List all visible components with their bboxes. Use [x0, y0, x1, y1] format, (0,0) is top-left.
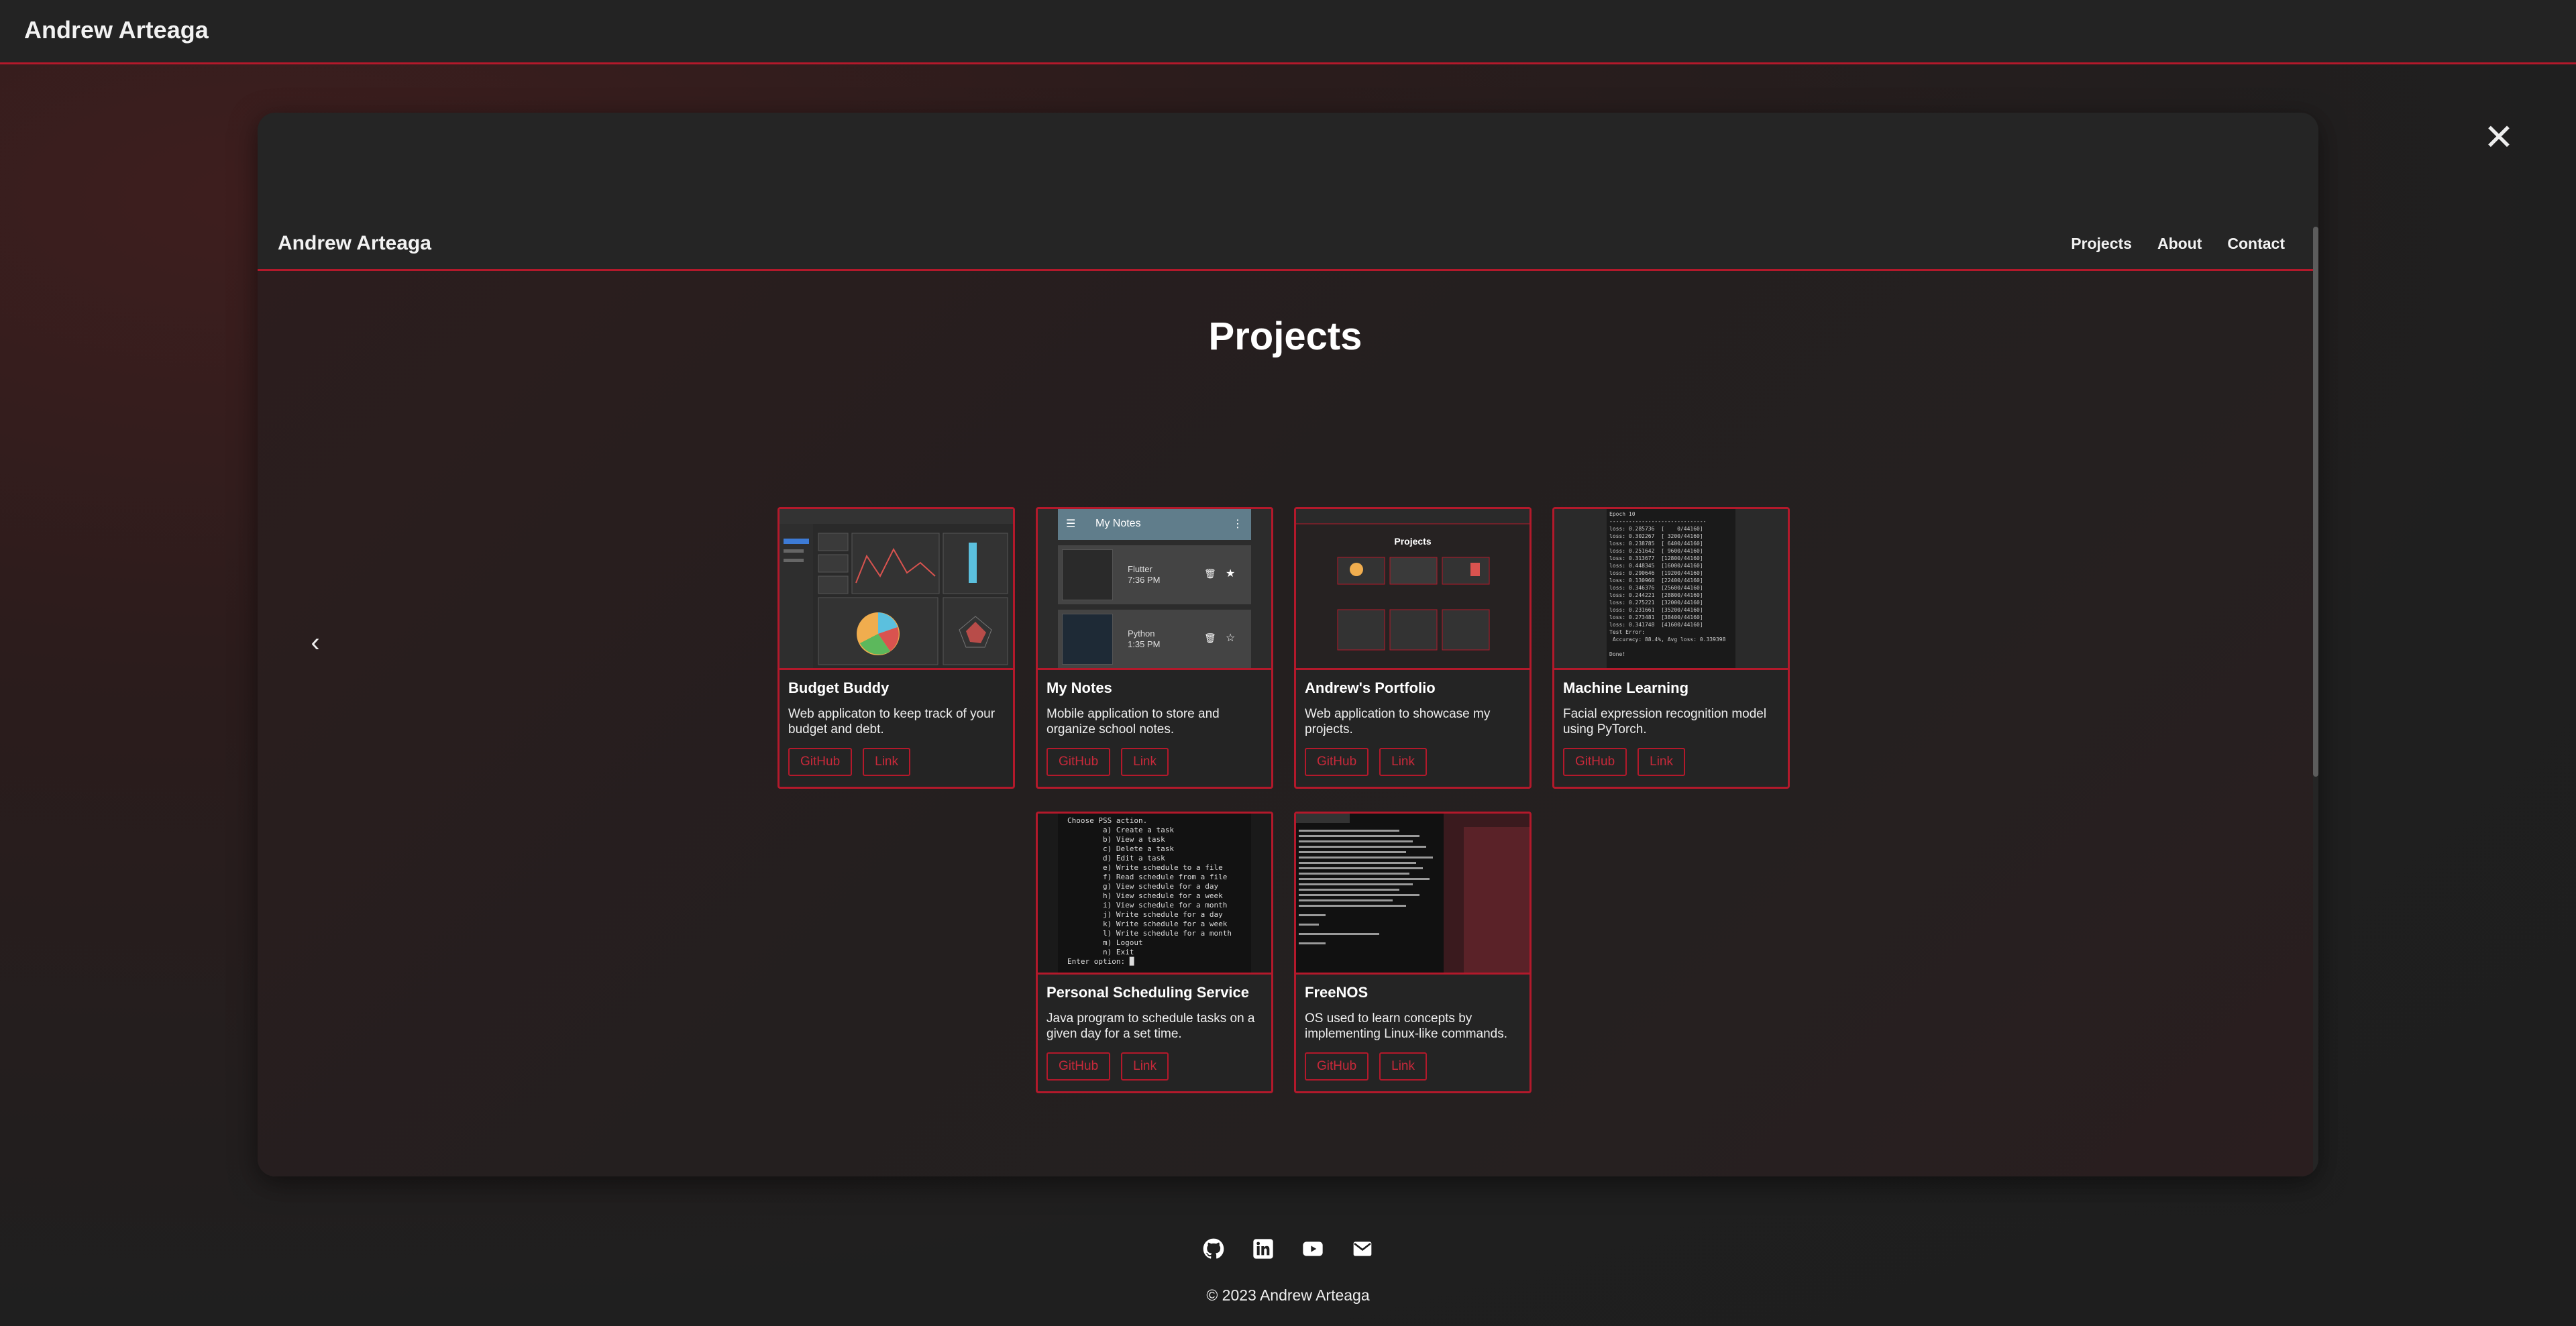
- star-filled-icon: ★: [1226, 568, 1236, 579]
- terminal-window: Choose PSS action. a) Create a task b) V…: [1058, 814, 1251, 973]
- portfolio-screenshot: Projects: [1296, 509, 1529, 670]
- embedded-site: Andrew Arteaga Projects About Contact Pr…: [258, 221, 2313, 1176]
- freenos-screenshot: [1296, 814, 1529, 975]
- github-button[interactable]: GitHub: [1046, 748, 1111, 776]
- project-card-machine-learning: Epoch 10 ------------------------------ …: [1552, 507, 1790, 789]
- project-title: FreeNOS: [1305, 984, 1368, 1001]
- github-button[interactable]: GitHub: [788, 748, 853, 776]
- note-thumbnail: [1062, 614, 1113, 665]
- project-buttons: GitHub Link: [1046, 1052, 1169, 1081]
- copyright-text: © 2023 Andrew Arteaga: [1206, 1286, 1370, 1304]
- link-button[interactable]: Link: [1379, 748, 1427, 776]
- more-vert-icon: ⋮: [1232, 518, 1243, 530]
- notes-app-bar: ☰ My Notes ⋮: [1058, 509, 1251, 540]
- project-description: Web application to showcase my projects.: [1305, 707, 1491, 736]
- project-title: Andrew's Portfolio: [1305, 679, 1436, 696]
- menu-icon: ☰: [1066, 518, 1076, 530]
- trash-icon: 🗑: [1204, 568, 1216, 579]
- embedded-navbar: Andrew Arteaga Projects About Contact: [258, 221, 2313, 271]
- embedded-brand[interactable]: Andrew Arteaga: [278, 232, 431, 255]
- project-description: OS used to learn concepts by implementin…: [1305, 1011, 1508, 1041]
- project-title: Budget Buddy: [788, 679, 890, 696]
- notes-app-title: My Notes: [1095, 518, 1141, 529]
- site-brand[interactable]: Andrew Arteaga: [24, 16, 209, 44]
- github-icon[interactable]: [1203, 1238, 1224, 1260]
- note-name: Python: [1128, 628, 1155, 639]
- social-links: [0, 1238, 2576, 1260]
- nav-link-contact[interactable]: Contact: [2227, 235, 2285, 253]
- project-buttons: GitHub Link: [1305, 748, 1427, 776]
- note-thumbnail: [1062, 549, 1113, 600]
- link-button[interactable]: Link: [863, 748, 910, 776]
- github-button[interactable]: GitHub: [1305, 1052, 1369, 1081]
- note-item: Flutter 7:36 PM 🗑 ★: [1058, 545, 1251, 604]
- project-buttons: GitHub Link: [1563, 748, 1685, 776]
- my-notes-screenshot: ☰ My Notes ⋮ Flutter 7:36 PM 🗑 ★ Python …: [1038, 509, 1271, 670]
- youtube-icon[interactable]: [1302, 1238, 1324, 1260]
- link-button[interactable]: Link: [1379, 1052, 1427, 1081]
- project-description: Java program to schedule tasks on a give…: [1046, 1011, 1255, 1041]
- linkedin-icon[interactable]: [1252, 1238, 1274, 1260]
- note-time: 7:36 PM: [1128, 575, 1161, 585]
- note-name: Flutter: [1128, 564, 1152, 574]
- project-buttons: GitHub Link: [1305, 1052, 1427, 1081]
- link-button[interactable]: Link: [1121, 748, 1169, 776]
- link-button[interactable]: Link: [1121, 1052, 1169, 1081]
- terminal-window: Epoch 10 ------------------------------ …: [1607, 509, 1735, 668]
- scheduling-terminal-screenshot: Choose PSS action. a) Create a task b) V…: [1038, 814, 1271, 975]
- github-button[interactable]: GitHub: [1305, 748, 1369, 776]
- project-buttons: GitHub Link: [788, 748, 910, 776]
- project-card-scheduling-service: Choose PSS action. a) Create a task b) V…: [1036, 812, 1273, 1093]
- github-button[interactable]: GitHub: [1046, 1052, 1111, 1081]
- machine-learning-screenshot: Epoch 10 ------------------------------ …: [1554, 509, 1788, 670]
- budget-buddy-screenshot: [780, 509, 1013, 670]
- embedded-nav-links: Projects About Contact: [2071, 235, 2285, 253]
- project-card-freenos: FreeNOS OS used to learn concepts by imp…: [1294, 812, 1532, 1093]
- project-title: Personal Scheduling Service: [1046, 984, 1250, 1001]
- page-title: Projects: [1208, 315, 1362, 358]
- project-description: Web applicaton to keep track of your bud…: [788, 707, 996, 736]
- project-card-my-notes: ☰ My Notes ⋮ Flutter 7:36 PM 🗑 ★ Python …: [1036, 507, 1273, 789]
- modal-scrollbar[interactable]: [2313, 227, 2318, 777]
- project-description: Facial expression recognition model usin…: [1563, 707, 1767, 736]
- project-card-budget-buddy: Budget Buddy Web applicaton to keep trac…: [777, 507, 1015, 789]
- project-buttons: GitHub Link: [1046, 748, 1169, 776]
- chevron-left-icon[interactable]: ‹: [302, 629, 329, 656]
- close-icon[interactable]: ✕: [2482, 119, 2516, 156]
- project-card-portfolio: Projects Andrew's Portfolio Web applicat…: [1294, 507, 1532, 789]
- terminal-output: Choose PSS action. a) Create a task b) V…: [1067, 816, 1232, 966]
- project-title: My Notes: [1046, 679, 1112, 696]
- github-button[interactable]: GitHub: [1563, 748, 1627, 776]
- mail-icon[interactable]: [1352, 1238, 1373, 1260]
- note-time: 1:35 PM: [1128, 639, 1161, 649]
- star-outline-icon: ☆: [1226, 632, 1236, 644]
- terminal-output: Epoch 10 ------------------------------ …: [1609, 511, 1726, 657]
- project-preview-modal: Andrew Arteaga Projects About Contact Pr…: [258, 113, 2318, 1176]
- link-button[interactable]: Link: [1638, 748, 1685, 776]
- portfolio-heading: Projects: [1394, 536, 1432, 547]
- top-navbar: Andrew Arteaga: [0, 0, 2576, 64]
- trash-icon: 🗑: [1204, 632, 1216, 643]
- project-description: Mobile application to store and organize…: [1046, 707, 1220, 736]
- note-item: Python 1:35 PM 🗑 ☆: [1058, 610, 1251, 668]
- nav-link-projects[interactable]: Projects: [2071, 235, 2132, 253]
- embedded-site-background: [258, 221, 2313, 1176]
- nav-link-about[interactable]: About: [2157, 235, 2202, 253]
- project-title: Machine Learning: [1563, 679, 1689, 696]
